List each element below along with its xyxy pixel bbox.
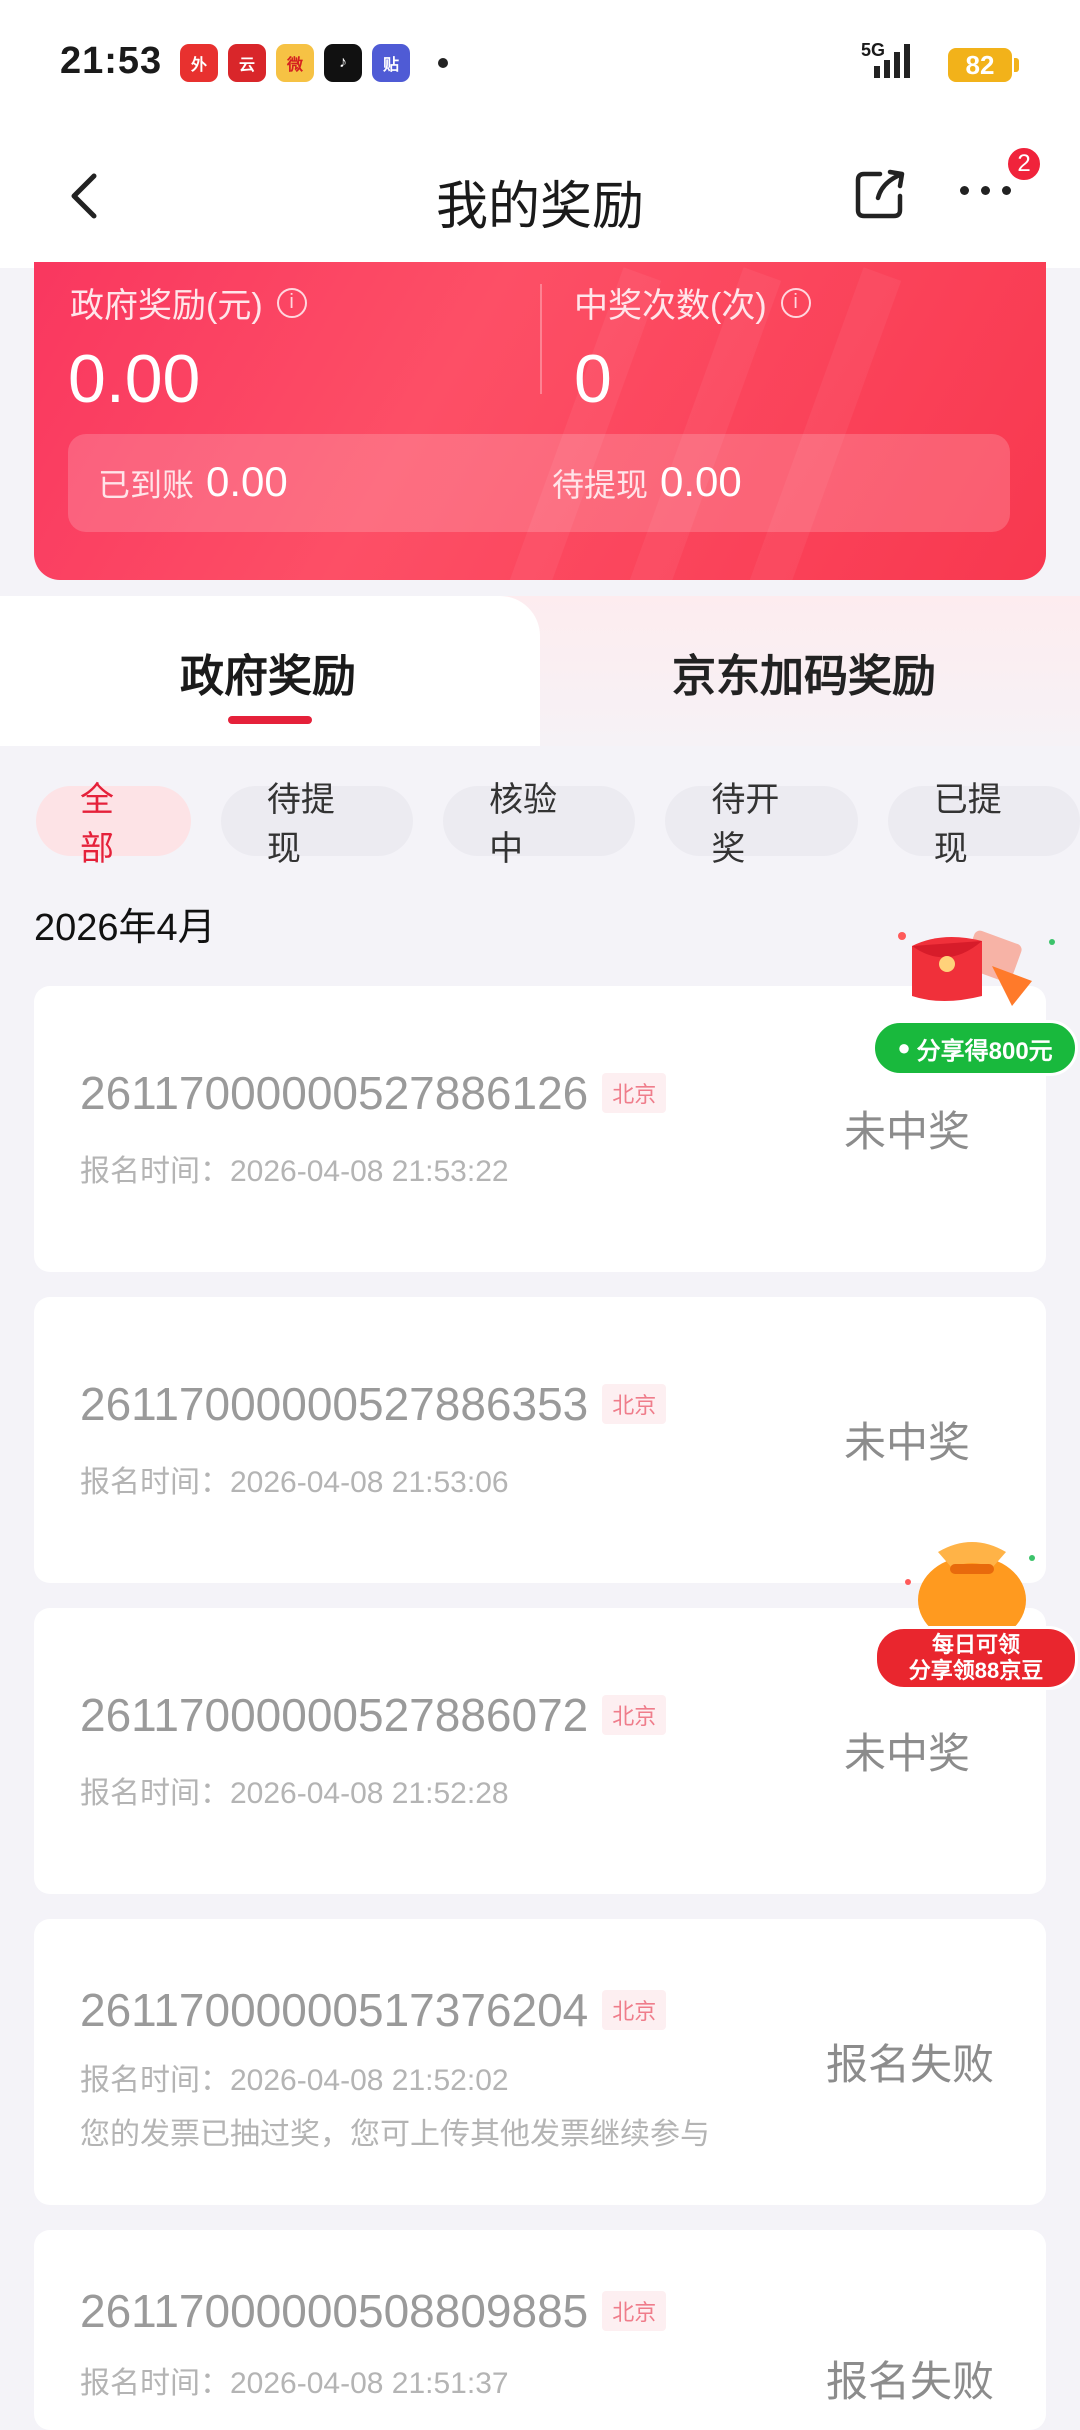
tiktok-icon: ♪ [324, 44, 362, 82]
cloud-flash-pay-icon: 云 [228, 44, 266, 82]
filter-pending-withdraw[interactable]: 待提现 [220, 781, 414, 868]
credited-amount: 已到账 0.00 [98, 458, 288, 505]
signup-time: 报名时间：2026-04-08 21:53:06 [80, 1466, 509, 1499]
tieba-icon: 贴 [372, 44, 410, 82]
info-icon[interactable]: i [276, 287, 307, 318]
list-item[interactable]: 26117000000508809885 北京 报名时间：2026-04-08 2… [34, 2230, 1046, 2430]
city-tag: 北京 [602, 2291, 667, 2331]
nav-bar: 我的奖励 [0, 128, 1080, 268]
gov-reward-label: 政府奖励(元) i [70, 278, 307, 327]
win-count-value: 0 [574, 341, 612, 417]
month-header: 2026年4月 [34, 907, 216, 949]
more-notifications-dot [438, 58, 448, 68]
record-status: 报名失败 [825, 2358, 994, 2405]
weibo-icon: 微 [276, 44, 314, 82]
signup-time: 报名时间：2026-04-08 21:52:28 [80, 1777, 509, 1810]
tab-gov-reward[interactable]: 政府奖励 [180, 640, 356, 704]
page-title: 我的奖励 [435, 178, 644, 236]
signup-time: 报名时间：2026-04-08 21:52:02 [80, 2064, 509, 2097]
signup-time: 报名时间：2026-04-08 21:53:22 [80, 1155, 509, 1188]
notification-icons: 外 云 微 ♪ 贴 [180, 44, 448, 82]
info-icon[interactable]: i [780, 287, 811, 318]
share-icon[interactable] [850, 164, 910, 224]
invoice-number: 26117000000527886353 [80, 1378, 589, 1430]
failure-note: 您的发票已抽过奖，您可上传其他发票继续参与 [80, 2118, 710, 2151]
signal-icon [874, 44, 910, 78]
divider [540, 284, 542, 394]
active-tab-indicator [228, 716, 312, 724]
battery-icon: 82 [948, 48, 1019, 82]
city-tag: 北京 [602, 1384, 667, 1424]
filter-withdrawn[interactable]: 已提现 [887, 781, 1080, 868]
invoice-number: 26117000000517376204 [80, 1984, 589, 2036]
list-item[interactable]: 26117000000517376204 北京 报名时间：2026-04-08 2… [34, 1919, 1046, 2205]
filter-chips: 全部 待提现 核验中 待开奖 已提现 [36, 781, 1080, 868]
invoice-number: 2611700000052788612­6 [80, 1067, 589, 1119]
invoice-number: 26117000000508809885 [80, 2285, 589, 2337]
record-status: 未中奖 [843, 1730, 970, 1777]
record-status: 未中奖 [843, 1108, 970, 1155]
signup-time: 报名时间：2026-04-08 21:51:37 [80, 2367, 509, 2400]
filter-awaiting-draw[interactable]: 待开奖 [665, 781, 858, 868]
daily-promo-pill[interactable]: 每日可领 分享领88京豆 [874, 1626, 1078, 1690]
filter-all[interactable]: 全部 [36, 781, 191, 868]
pending-withdraw-amount: 待提现 0.00 [552, 458, 742, 505]
balance-breakdown: 已到账 0.00 待提现 0.00 [68, 434, 1010, 532]
more-icon[interactable] [960, 186, 1011, 195]
status-bar: 21:53 外 云 微 ♪ 贴 5G 82 [0, 0, 1080, 128]
city-tag: 北京 [602, 1990, 667, 2030]
status-time: 21:53 [60, 40, 163, 82]
share-promo-pill[interactable]: ● 分享得800元 [872, 1020, 1078, 1076]
city-tag: 北京 [602, 1073, 667, 1113]
record-status: 未中奖 [843, 1419, 970, 1466]
record-status: 报名失败 [825, 2041, 994, 2088]
share-promo-text: 分享得800元 [916, 1037, 1053, 1065]
filter-verifying[interactable]: 核验中 [443, 781, 636, 868]
daily-promo-line2: 分享领88京豆 [908, 1658, 1044, 1683]
tab-jd-bonus-reward[interactable]: 京东加码奖励 [672, 640, 936, 704]
invoice-number: 26117000000527886072 [80, 1689, 589, 1741]
notification-badge: 2 [1006, 146, 1042, 182]
win-count-label: 中奖次数(次) i [574, 278, 811, 327]
gov-reward-value: 0.00 [68, 341, 201, 417]
jd-takeout-icon: 外 [180, 44, 218, 82]
wechat-icon: ● [897, 1035, 911, 1060]
city-tag: 北京 [602, 1695, 667, 1735]
daily-promo-line1: 每日可领 [931, 1632, 1020, 1657]
daily-beans-promo-widget[interactable]: 每日可领 分享领88京豆 [872, 1522, 1080, 1692]
reward-summary-card: 政府奖励(元) i 0.00 中奖次数(次) i 0 已到账 0.00 待提现 … [34, 262, 1046, 580]
share-promo-widget[interactable]: ● 分享得800元 [872, 926, 1080, 1086]
